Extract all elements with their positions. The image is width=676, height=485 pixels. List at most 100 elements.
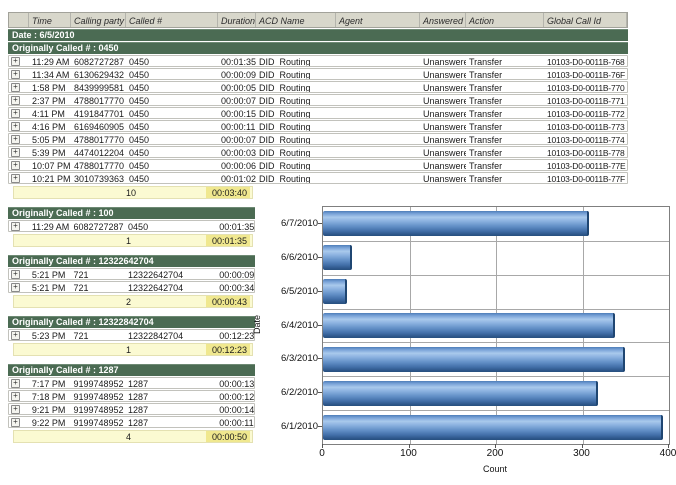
global-call-id-cell: 10103-D0-0011B-773	[544, 121, 627, 131]
column-header-global-call-id: Global Call Id	[544, 13, 627, 27]
expand-row-button[interactable]: +	[11, 222, 20, 231]
called-number-cell: 12322642704	[125, 282, 216, 292]
time-cell: 11:29 AM	[29, 221, 71, 231]
originally-called-group-header: Originally Called # : 12322842704	[8, 316, 255, 328]
summary-total-duration: 00:01:35	[206, 235, 250, 246]
expand-cell: +	[9, 56, 29, 66]
duration-cell: 00:00:15	[218, 108, 256, 118]
action-cell: Transfer	[466, 69, 544, 79]
global-call-id-cell: 10103-D0-0011B-771	[544, 95, 627, 105]
called-number-cell: 0450	[126, 82, 218, 92]
calling-party-cell: 4788017770	[71, 160, 126, 170]
expand-row-button[interactable]: +	[11, 379, 20, 388]
action-cell: Transfer	[466, 160, 544, 170]
chart-y-axis-title: Date	[251, 206, 263, 443]
duration-cell: 00:00:06	[218, 160, 256, 170]
bar-row	[323, 309, 669, 343]
table-row: +5:05 PM4788017770045000:00:07DID_Routin…	[8, 133, 628, 145]
duration-cell: 00:00:13	[216, 378, 254, 388]
action-cell: Transfer	[466, 108, 544, 118]
calling-party-cell: 9199748952	[71, 417, 126, 427]
duration-cell: 00:01:35	[216, 221, 254, 231]
calling-party-cell: 4788017770	[71, 95, 126, 105]
expand-row-button[interactable]: +	[11, 161, 20, 170]
agent-cell	[336, 69, 420, 79]
agent-cell	[336, 82, 420, 92]
acd-name-cell: DID_Routing	[256, 108, 336, 118]
expand-row-button[interactable]: +	[11, 109, 20, 118]
expand-row-button[interactable]: +	[11, 83, 20, 92]
expand-cell: +	[9, 404, 29, 414]
expand-row-button[interactable]: +	[11, 270, 20, 279]
table-row: +7:18 PM9199748952128700:00:12	[8, 390, 255, 402]
agent-cell	[336, 95, 420, 105]
action-cell: Transfer	[466, 56, 544, 66]
expand-row-button[interactable]: +	[11, 96, 20, 105]
expand-row-button[interactable]: +	[11, 122, 20, 131]
table-row: +11:29 AM6082727287045000:01:35	[8, 220, 255, 232]
called-number-cell: 1287	[125, 391, 216, 401]
calling-party-cell: 9199748952	[71, 404, 126, 414]
bar	[323, 245, 352, 270]
expand-row-button[interactable]: +	[11, 283, 20, 292]
expand-row-button[interactable]: +	[11, 418, 20, 427]
agent-cell	[336, 160, 420, 170]
acd-name-cell: DID_Routing	[256, 173, 336, 183]
calling-party-cell: 6082727287	[71, 56, 126, 66]
group-summary-row: 1000:03:40	[13, 186, 253, 199]
time-cell: 4:16 PM	[29, 121, 71, 131]
table-row: +5:21 PM7211232264270400:00:09	[8, 268, 255, 280]
duration-cell: 00:00:07	[218, 134, 256, 144]
tick-mark	[318, 392, 322, 393]
calling-party-cell: 6082727287	[71, 221, 126, 231]
expand-row-button[interactable]: +	[11, 135, 20, 144]
global-call-id-cell: 10103-D0-0011B-76F	[544, 69, 627, 79]
called-number-cell: 0450	[126, 95, 218, 105]
expand-row-button[interactable]: +	[11, 392, 20, 401]
y-tick-label: 6/4/2010	[272, 320, 318, 331]
duration-cell: 00:00:07	[218, 95, 256, 105]
called-number-cell: 0450	[126, 147, 218, 157]
chart-x-axis-title: Count	[322, 464, 668, 474]
x-tick-label: 100	[400, 448, 417, 459]
calling-party-cell: 3010739363	[71, 173, 126, 183]
action-cell: Transfer	[466, 95, 544, 105]
expand-row-button[interactable]: +	[11, 331, 20, 340]
duration-cell: 00:00:14	[216, 404, 254, 414]
time-cell: 5:21 PM	[29, 282, 71, 292]
bar	[323, 211, 589, 236]
y-tick-label: 6/3/2010	[272, 353, 318, 364]
column-header-agent: Agent	[336, 13, 420, 27]
acd-name-cell: DID_Routing	[256, 69, 336, 79]
expand-cell: +	[9, 69, 29, 79]
agent-cell	[336, 121, 420, 131]
answered-cell: Unanswered	[420, 160, 466, 170]
table-row: +10:21 PM3010739363045000:01:02DID_Routi…	[8, 172, 628, 184]
date-group-header: Date : 6/5/2010	[8, 29, 628, 41]
expand-row-button[interactable]: +	[11, 174, 20, 183]
group-summary-row: 400:00:50	[13, 430, 253, 443]
expand-cell: +	[9, 282, 29, 292]
tick-mark	[318, 291, 322, 292]
expand-cell: +	[9, 391, 29, 401]
table-row: +2:37 PM4788017770045000:00:07DID_Routin…	[8, 94, 628, 106]
summary-call-count: 1	[124, 344, 206, 355]
calling-party-cell: 721	[71, 282, 126, 292]
calling-party-cell: 8439999581	[71, 82, 126, 92]
bar-row	[323, 410, 669, 444]
tick-mark	[318, 223, 322, 224]
called-number-cell: 0450	[126, 134, 218, 144]
calls-by-date-chart: Date Count 6/7/20106/6/20106/5/20106/4/2…	[250, 196, 676, 482]
tick-mark	[318, 358, 322, 359]
time-cell: 2:37 PM	[29, 95, 71, 105]
group-summary-row: 200:00:43	[13, 295, 253, 308]
expand-row-button[interactable]: +	[11, 70, 20, 79]
calling-party-cell: 6169460905	[71, 121, 126, 131]
expand-row-button[interactable]: +	[11, 148, 20, 157]
global-call-id-cell: 10103-D0-0011B-774	[544, 134, 627, 144]
calling-party-cell: 4191847701	[71, 108, 126, 118]
expand-row-button[interactable]: +	[11, 405, 20, 414]
expand-row-button[interactable]: +	[11, 57, 20, 66]
expand-cell: +	[9, 269, 29, 279]
table-row: +9:22 PM9199748952128700:00:11	[8, 416, 255, 428]
